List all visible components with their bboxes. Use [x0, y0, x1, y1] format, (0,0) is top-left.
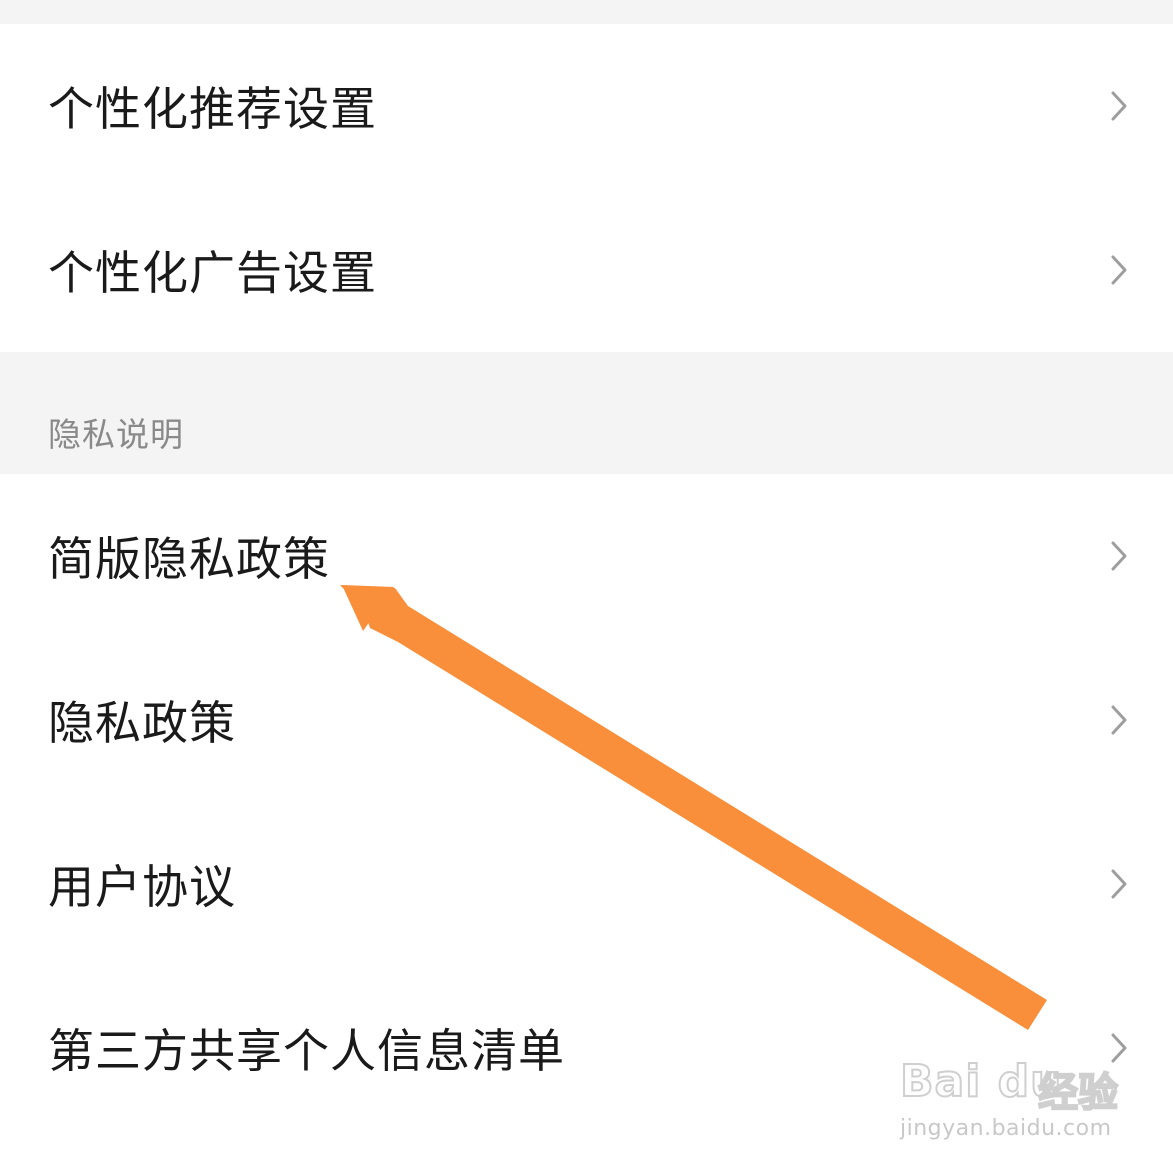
- chevron-right-icon: [1111, 1033, 1127, 1063]
- chevron-right-icon: [1111, 91, 1127, 121]
- row-label: 个性化推荐设置: [48, 82, 377, 136]
- third-party-shared-info-list-row[interactable]: 第三方共享个人信息清单: [0, 966, 1173, 1130]
- settings-page: 个性化推荐设置 个性化广告设置 隐私说明 简版隐私政策 隐私政策 用户协议 第三: [0, 0, 1173, 1173]
- privacy-section-header: 隐私说明: [0, 352, 1173, 474]
- simplified-privacy-policy-row[interactable]: 简版隐私政策: [0, 474, 1173, 638]
- row-label: 第三方共享个人信息清单: [48, 1024, 565, 1078]
- row-label: 用户协议: [48, 860, 236, 914]
- top-divider: [0, 0, 1173, 24]
- chevron-right-icon: [1111, 541, 1127, 571]
- chevron-right-icon: [1111, 705, 1127, 735]
- chevron-right-icon: [1111, 869, 1127, 899]
- user-agreement-row[interactable]: 用户协议: [0, 802, 1173, 966]
- row-label: 隐私政策: [48, 696, 236, 750]
- chevron-right-icon: [1111, 255, 1127, 285]
- personalized-recommendation-settings-row[interactable]: 个性化推荐设置: [0, 24, 1173, 188]
- row-label: 简版隐私政策: [48, 532, 330, 586]
- personalized-ad-settings-row[interactable]: 个性化广告设置: [0, 188, 1173, 352]
- row-label: 个性化广告设置: [48, 246, 377, 300]
- section-title: 隐私说明: [48, 415, 184, 454]
- privacy-policy-row[interactable]: 隐私政策: [0, 638, 1173, 802]
